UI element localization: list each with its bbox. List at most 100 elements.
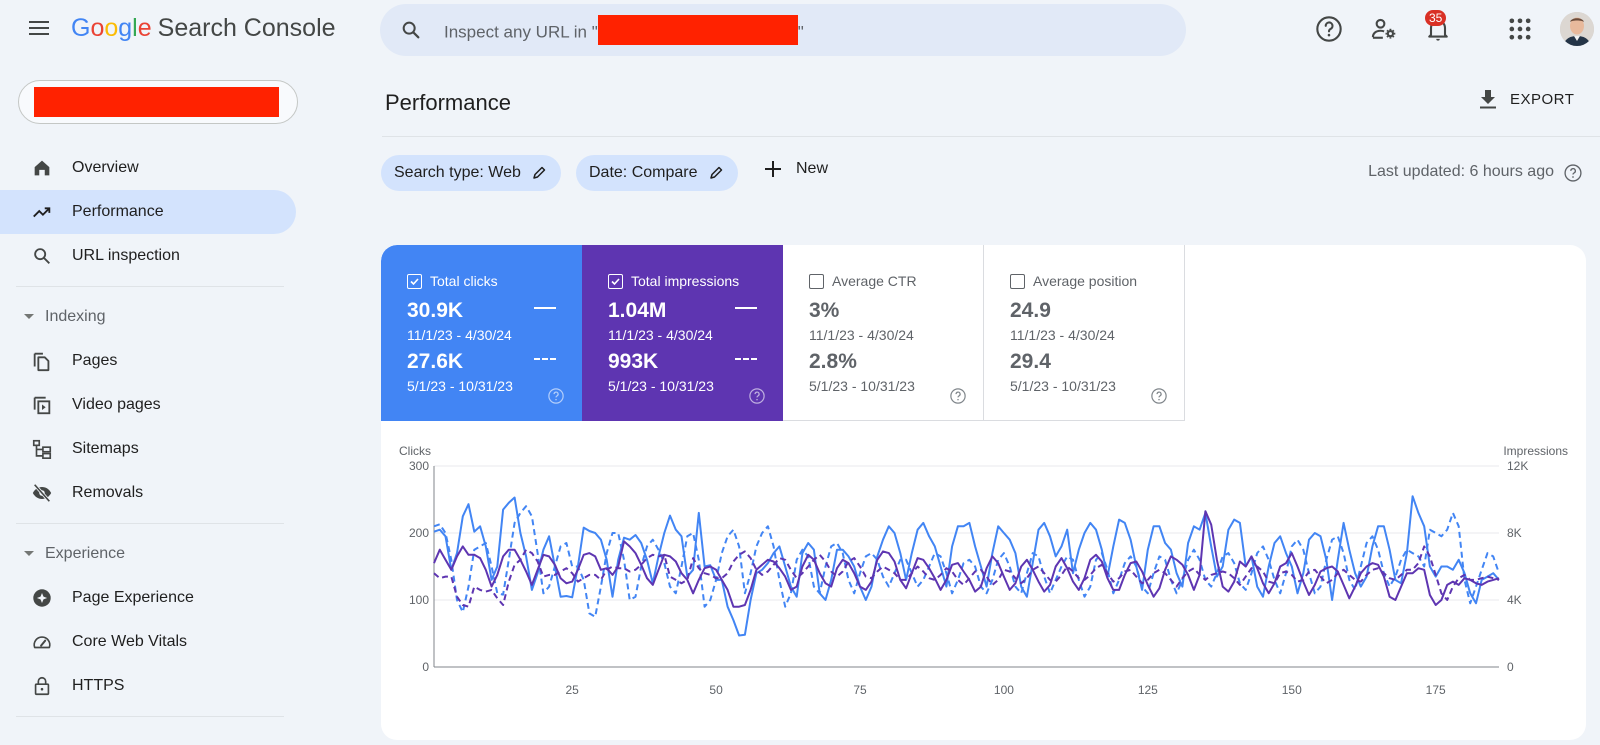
logo-letter: G (71, 14, 91, 42)
plus-icon (765, 161, 781, 177)
y-axis-label-left: Clicks (399, 444, 431, 458)
sidebar-item-performance[interactable]: Performance (0, 190, 296, 234)
metric-previous-value: 2.8% (809, 350, 857, 373)
property-selector[interactable] (18, 80, 298, 124)
sidebar-section-label: Indexing (45, 308, 106, 325)
edit-pencil-icon (709, 166, 722, 179)
checkbox-unchecked-icon[interactable] (809, 274, 824, 289)
metric-title: Average CTR (832, 273, 917, 289)
avatar-photo (1560, 12, 1594, 46)
sidebar-item-label: Overview (72, 159, 139, 176)
help-circle-icon[interactable] (748, 387, 766, 405)
metric-current-value: 24.9 (1010, 299, 1051, 322)
checkbox-checked-icon[interactable] (407, 274, 422, 289)
filter-chip-date[interactable]: Date: Compare (576, 155, 738, 191)
sitemap-icon (32, 439, 52, 459)
x-tick-label: 150 (1282, 683, 1302, 697)
caret-down-icon (24, 551, 34, 556)
url-inspection-search-input[interactable]: Inspect any URL in " " (380, 4, 1186, 56)
export-label: EXPORT (1510, 90, 1575, 108)
logo-letter: g (118, 14, 133, 42)
export-button[interactable]: EXPORT (1478, 88, 1574, 110)
sidebar-nav: Overview Performance URL inspection Inde… (0, 146, 300, 725)
help-circle-icon[interactable] (547, 387, 565, 405)
y-tick-label-right: 12K (1507, 459, 1528, 473)
sidebar-item-url-inspection[interactable]: URL inspection (0, 234, 296, 278)
y-tick-label-left: 200 (409, 526, 429, 540)
metric-current-value: 1.04M (608, 299, 667, 322)
visibility-off-icon (32, 483, 52, 503)
metric-card-total-clicks[interactable]: Total clicks 30.9K 11/1/23 - 4/30/24 27.… (381, 245, 582, 421)
solid-line-legend-icon (735, 307, 757, 309)
logo-letter: e (137, 14, 152, 42)
search-console-logo[interactable]: Google Search Console (71, 14, 336, 43)
new-filter-label: New (796, 160, 829, 177)
metric-title: Total clicks (430, 273, 498, 289)
speed-gauge-icon (33, 636, 51, 649)
logo-letter: o (104, 14, 119, 42)
sidebar-item-page-experience[interactable]: Page Experience (0, 576, 296, 620)
x-tick-label: 125 (1138, 683, 1158, 697)
metric-card-average-ctr[interactable]: Average CTR 3% 11/1/23 - 4/30/24 2.8% 5/… (783, 245, 984, 421)
edit-pencil-icon (533, 166, 546, 179)
menu-icon-bar (29, 33, 49, 35)
sidebar-item-label: Page Experience (72, 589, 194, 606)
account-avatar[interactable] (1560, 12, 1594, 46)
sidebar-item-core-web-vitals[interactable]: Core Web Vitals (0, 620, 296, 664)
sidebar-divider (16, 286, 284, 287)
sidebar-item-pages[interactable]: Pages (0, 339, 296, 383)
sidebar-item-overview[interactable]: Overview (0, 146, 296, 190)
sidebar-item-video-pages[interactable]: Video pages (0, 383, 296, 427)
checkbox-unchecked-icon[interactable] (1010, 274, 1025, 289)
apps-grid-icon[interactable] (1506, 15, 1534, 43)
video-pages-icon (33, 396, 51, 415)
sidebar-section-label: Experience (45, 545, 126, 562)
help-circle-icon[interactable] (1563, 163, 1583, 183)
sidebar-item-label: HTTPS (72, 677, 125, 694)
checkbox-checked-icon[interactable] (608, 274, 623, 289)
metric-previous-value: 27.6K (407, 350, 464, 373)
performance-panel: Total clicks 30.9K 11/1/23 - 4/30/24 27.… (381, 245, 1586, 740)
filter-chip-search-type[interactable]: Search type: Web (381, 155, 561, 191)
sidebar-section-experience[interactable]: Experience (0, 532, 300, 576)
metric-current-value: 30.9K (407, 299, 464, 322)
metric-current-range: 11/1/23 - 4/30/24 (407, 327, 512, 343)
help-circle-icon[interactable] (1150, 387, 1168, 405)
metric-previous-value: 993K (608, 350, 659, 373)
search-placeholder-prefix: Inspect any URL in " (444, 22, 598, 42)
home-icon (34, 160, 50, 176)
metric-current-value: 3% (809, 299, 840, 322)
help-circle-icon[interactable] (949, 387, 967, 405)
metric-previous-range: 5/1/23 - 10/31/23 (608, 378, 714, 394)
manage-users-icon[interactable] (1370, 15, 1398, 43)
metric-title: Total impressions (631, 273, 740, 289)
metric-current-range: 11/1/23 - 4/30/24 (608, 327, 713, 343)
sidebar-section-indexing[interactable]: Indexing (0, 295, 300, 339)
sidebar-item-sitemaps[interactable]: Sitemaps (0, 427, 296, 471)
sidebar-divider (16, 523, 284, 524)
last-updated-text: Last updated: 6 hours ago (1368, 163, 1554, 180)
metric-title: Average position (1033, 273, 1138, 289)
search-icon (402, 21, 420, 39)
x-tick-label: 25 (565, 683, 579, 697)
x-tick-label: 175 (1426, 683, 1446, 697)
filter-chip-label: Date: Compare (589, 164, 698, 181)
sidebar-item-label: Sitemaps (72, 440, 139, 457)
metric-card-average-position[interactable]: Average position 24.9 11/1/23 - 4/30/24 … (984, 245, 1185, 421)
metric-current-range: 11/1/23 - 4/30/24 (1010, 327, 1115, 343)
help-icon[interactable] (1315, 15, 1343, 43)
solid-line-legend-icon (534, 307, 556, 309)
caret-down-icon (24, 314, 34, 319)
x-tick-label: 100 (994, 683, 1014, 697)
metric-card-total-impressions[interactable]: Total impressions 1.04M 11/1/23 - 4/30/2… (582, 245, 783, 421)
new-filter-button[interactable]: New (764, 160, 828, 178)
menu-icon-bar (29, 21, 49, 23)
main-menu-button[interactable] (26, 17, 52, 41)
redacted-property (597, 15, 798, 45)
sidebar-item-https[interactable]: HTTPS (0, 664, 296, 708)
notifications-count-badge: 35 (1425, 10, 1447, 26)
y-axis-label-right: Impressions (1503, 444, 1568, 458)
y-tick-label-left: 300 (409, 459, 429, 473)
performance-chart[interactable]: Clicks Impressions 0 100 200 300 0 4K 8K 12K 2… (381, 425, 1586, 740)
sidebar-item-removals[interactable]: Removals (0, 471, 296, 515)
